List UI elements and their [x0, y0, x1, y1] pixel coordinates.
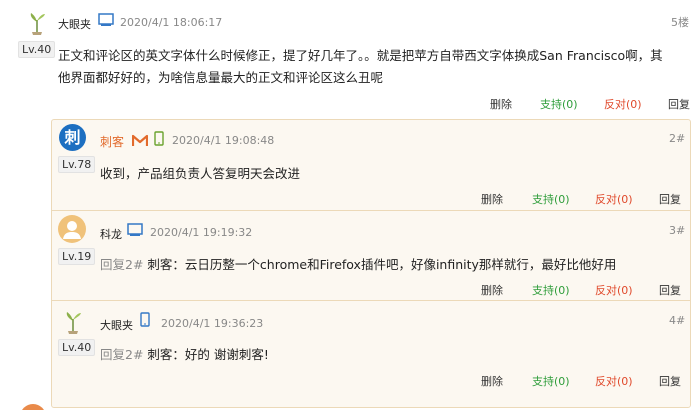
reply-to-link[interactable]: 回复2#: [100, 257, 143, 272]
floor-number: 2#: [669, 132, 686, 145]
divider: [51, 210, 691, 211]
reply-text: 收到，产品组负责人答复明天会改进: [100, 166, 301, 181]
username[interactable]: 科龙: [100, 226, 122, 242]
support-button[interactable]: 支持(0): [532, 373, 570, 389]
oppose-button[interactable]: 反对(0): [595, 282, 633, 298]
delete-button[interactable]: 删除: [481, 282, 503, 298]
oppose-button[interactable]: 反对(0): [595, 373, 633, 389]
comment-time: 2020/4/1 18:06:17: [120, 16, 223, 29]
comment-text-line-2: 他界面都好好的，为啥信息量最大的正文和评论区这么丑呢: [58, 70, 384, 85]
oppose-button[interactable]: 反对(0): [595, 191, 633, 207]
divider: [51, 300, 691, 301]
plant-avatar-icon[interactable]: [24, 10, 50, 36]
user-silhouette-icon[interactable]: [58, 215, 86, 243]
comment-text-line-1: 正文和评论区的英文字体什么时候修正，提了好几年了。。就是把苹方自带西文字体换成S…: [58, 48, 663, 63]
desktop-icon: [127, 223, 143, 236]
delete-button[interactable]: 删除: [481, 373, 503, 389]
reply-to-link[interactable]: 回复2#: [100, 347, 143, 362]
plant-avatar-icon[interactable]: [60, 309, 86, 335]
avatar[interactable]: [20, 404, 46, 410]
reply-button[interactable]: 回复: [659, 191, 681, 207]
user-level-badge: Lv.40: [58, 339, 96, 356]
gmail-m-icon: [132, 134, 148, 146]
user-level-badge: Lv.19: [58, 248, 96, 265]
floor-number: 3#: [669, 224, 686, 237]
mobile-icon: [154, 131, 164, 146]
reply-button[interactable]: 回复: [668, 96, 690, 112]
reply-time: 2020/4/1 19:36:23: [161, 317, 264, 330]
floor-number: 4#: [669, 314, 686, 327]
mobile-icon: [140, 312, 150, 327]
support-button[interactable]: 支持(0): [532, 191, 570, 207]
avatar[interactable]: 刺: [59, 124, 86, 151]
username[interactable]: 刺客: [100, 133, 124, 150]
reply-button[interactable]: 回复: [659, 373, 681, 389]
reply-button[interactable]: 回复: [659, 282, 681, 298]
desktop-icon: [98, 13, 114, 26]
delete-button[interactable]: 删除: [490, 96, 512, 112]
support-button[interactable]: 支持(0): [540, 96, 578, 112]
delete-button[interactable]: 删除: [481, 191, 503, 207]
user-level-badge: Lv.78: [58, 156, 96, 173]
reply-text: 回复2# 刺客：好的 谢谢刺客!: [100, 347, 269, 362]
username[interactable]: 大眼夹: [100, 317, 133, 333]
floor-number: 5楼: [671, 16, 689, 29]
username[interactable]: 大眼夹: [58, 16, 91, 32]
reply-text: 回复2# 刺客：云日历整一个chrome和Firefox插件吧，好像infini…: [100, 257, 617, 272]
support-button[interactable]: 支持(0): [532, 282, 570, 298]
oppose-button[interactable]: 反对(0): [604, 96, 642, 112]
reply-time: 2020/4/1 19:19:32: [150, 226, 253, 239]
reply-time: 2020/4/1 19:08:48: [172, 134, 275, 147]
user-level-badge: Lv.40: [18, 41, 56, 58]
